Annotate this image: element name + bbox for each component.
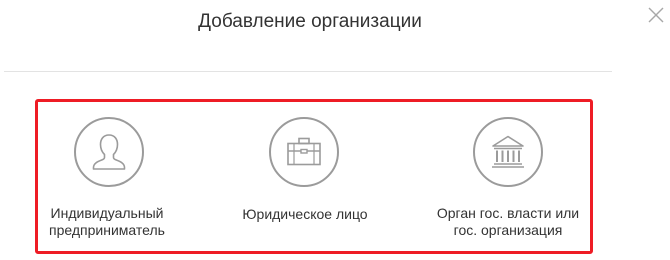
option-label-line: Юридическое лицо: [242, 206, 368, 222]
option-label-line: предприниматель: [49, 222, 165, 238]
option-label-line: Орган гос. власти или: [436, 205, 580, 221]
option-label: Юридическое лицо: [233, 206, 377, 223]
dialog-title: Добавление организации: [198, 11, 422, 32]
organization-type-options: Индивидуальный предприниматель Юридическ…: [35, 99, 593, 254]
close-icon[interactable]: [645, 4, 667, 26]
option-label-line: гос. организация: [453, 222, 563, 238]
option-individual-entrepreneur[interactable]: Индивидуальный предприниматель: [40, 102, 174, 251]
option-legal-entity[interactable]: Юридическое лицо: [233, 102, 377, 251]
add-organization-dialog: Добавление организации Индивидуальный пр…: [0, 0, 670, 260]
government-building-icon: [473, 117, 543, 187]
person-icon: [74, 117, 144, 187]
option-label-line: Индивидуальный: [50, 205, 164, 221]
header-divider: [4, 71, 612, 72]
briefcase-icon: [269, 117, 339, 187]
option-label: Орган гос. власти или гос. организация: [428, 205, 588, 239]
option-government-organization[interactable]: Орган гос. власти или гос. организация: [428, 102, 588, 251]
option-label: Индивидуальный предприниматель: [40, 205, 174, 239]
